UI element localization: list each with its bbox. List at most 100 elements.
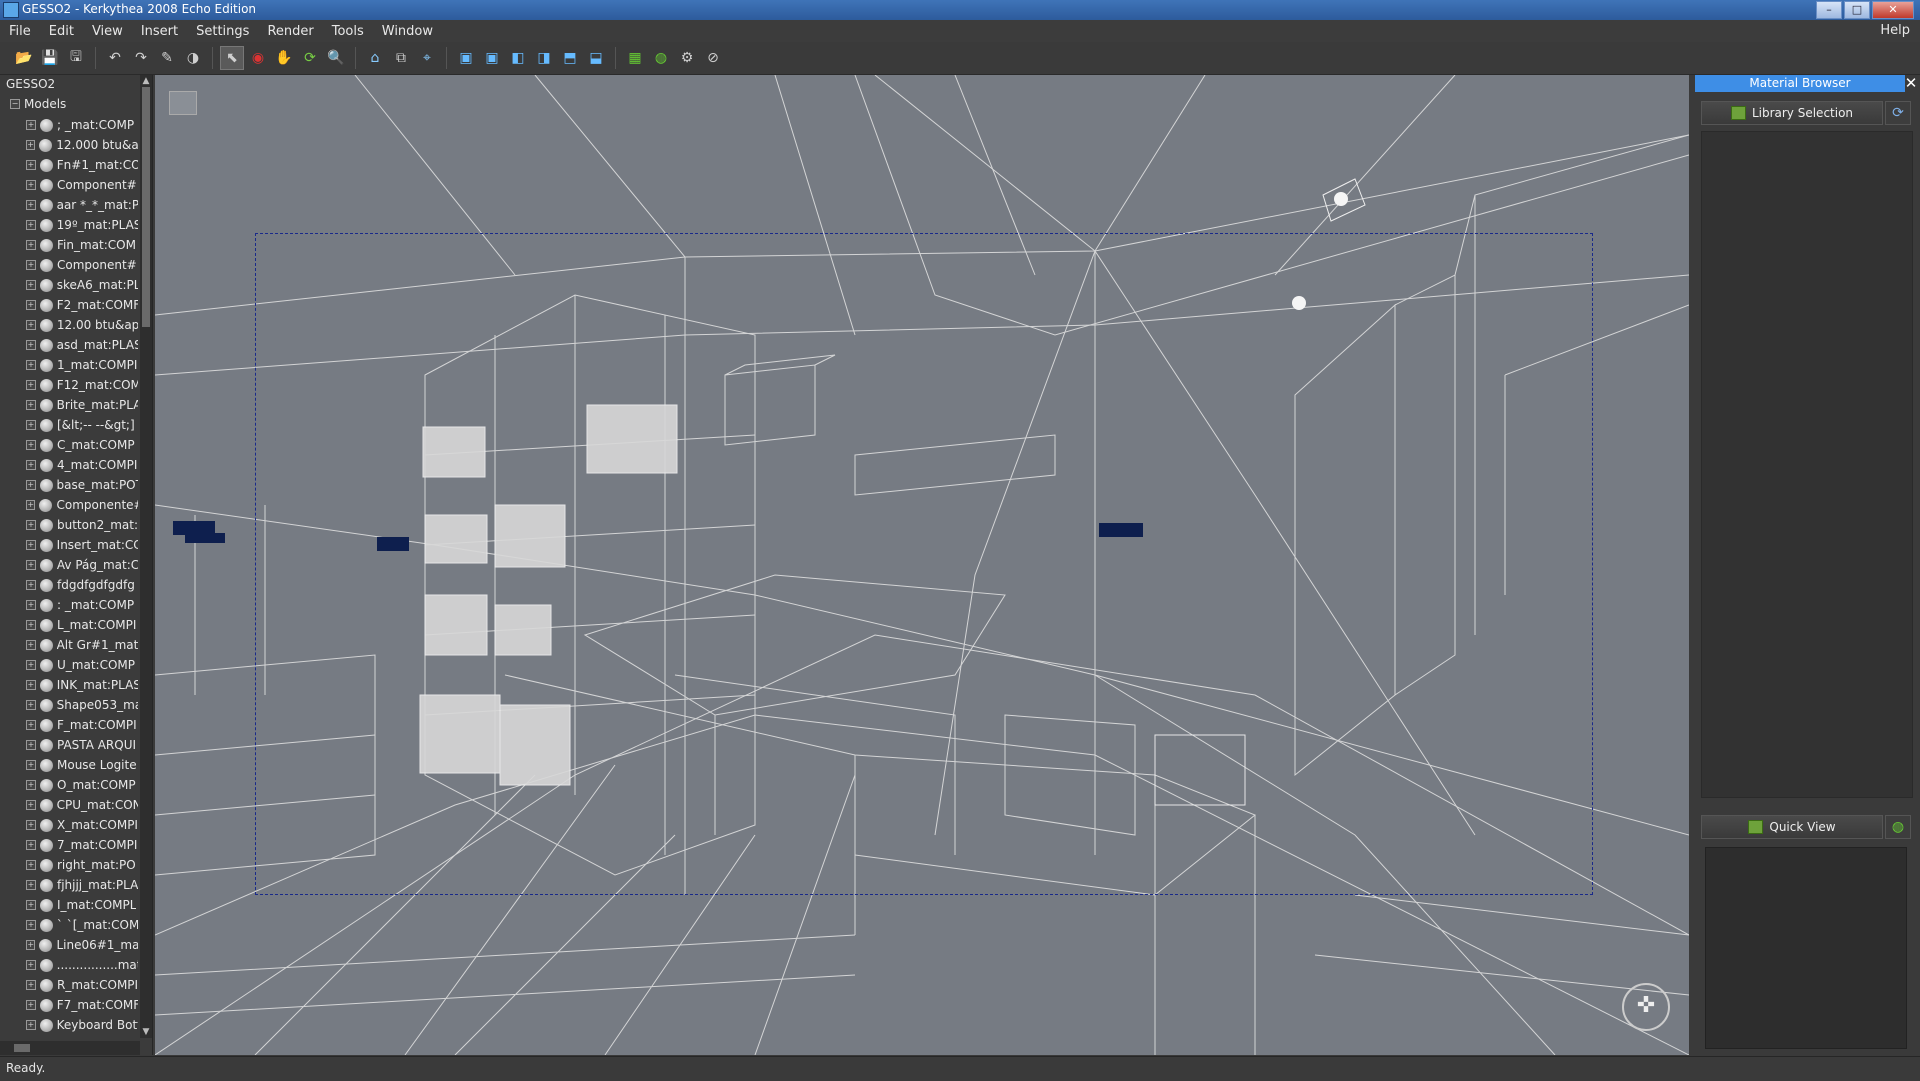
tree-item[interactable]: + CPU_mat:CON — [26, 795, 138, 815]
tree-item[interactable]: +19º_mat:PLAS — [26, 215, 138, 235]
tree-item[interactable]: + skeA6_mat:PL — [26, 275, 138, 295]
expand-icon[interactable]: + — [26, 820, 36, 830]
tree-item[interactable]: + right_mat:PO — [26, 855, 138, 875]
tree-item[interactable]: + ` `[_mat:COM — [26, 915, 138, 935]
menu-window[interactable]: Window — [373, 24, 442, 39]
tree-models-node[interactable]: − Models — [10, 97, 66, 111]
tree-item[interactable]: + L_mat:COMPI — [26, 615, 138, 635]
expand-icon[interactable]: + — [26, 860, 36, 870]
tree-item[interactable]: + C_mat:COMP — [26, 435, 138, 455]
expand-icon[interactable]: + — [26, 840, 36, 850]
tree-item[interactable]: +1_mat:COMPI — [26, 355, 138, 375]
expand-icon[interactable]: + — [26, 240, 36, 250]
library-list-area[interactable] — [1701, 131, 1913, 798]
redo-icon[interactable]: ↷ — [129, 46, 153, 70]
pan-icon[interactable]: ✋ — [272, 46, 296, 70]
scroll-thumb[interactable] — [142, 87, 150, 327]
expand-icon[interactable]: + — [26, 800, 36, 810]
tree-item[interactable]: + Brite_mat:PLA — [26, 395, 138, 415]
expand-icon[interactable]: + — [26, 360, 36, 370]
expand-icon[interactable]: + — [26, 140, 36, 150]
expand-icon[interactable]: + — [26, 500, 36, 510]
scroll-down-icon[interactable]: ▼ — [140, 1026, 152, 1038]
save-as-icon[interactable]: 🖫 — [64, 46, 88, 70]
scroll-thumb-horizontal[interactable] — [14, 1044, 30, 1052]
tree-item[interactable]: + Fin_mat:COM — [26, 235, 138, 255]
tree-item[interactable]: + Line06#1_mat — [26, 935, 138, 955]
expand-icon[interactable]: + — [26, 960, 36, 970]
tree-item[interactable]: + Fn#1_mat:CO — [26, 155, 138, 175]
view-back-icon[interactable]: ▣ — [480, 46, 504, 70]
tree-item[interactable]: + PASTA ARQUI — [26, 735, 138, 755]
tree-item[interactable]: + INK_mat:PLAS — [26, 675, 138, 695]
scroll-up-icon[interactable]: ▲ — [140, 75, 152, 87]
render-icon[interactable]: ▦ — [623, 46, 647, 70]
camera-view-icon[interactable] — [169, 91, 197, 115]
close-icon[interactable]: ✕ — [1904, 74, 1918, 92]
scene-root[interactable]: GESSO2 — [6, 77, 55, 91]
save-icon[interactable]: 💾 — [38, 46, 62, 70]
tree-item[interactable]: + Shape053_ma — [26, 695, 138, 715]
expand-icon[interactable]: + — [26, 260, 36, 270]
close-window-button[interactable]: ✕ — [1872, 1, 1914, 19]
3d-viewport[interactable]: ✜ — [155, 75, 1689, 1055]
fit-icon[interactable]: ⧉ — [389, 46, 413, 70]
rotate-icon[interactable]: ⟳ — [298, 46, 322, 70]
expand-icon[interactable]: + — [26, 280, 36, 290]
expand-icon[interactable]: + — [26, 700, 36, 710]
expand-icon[interactable]: + — [26, 220, 36, 230]
material-icon[interactable]: ◑ — [181, 46, 205, 70]
expand-icon[interactable]: + — [26, 320, 36, 330]
tree-item[interactable]: + button2_mat: — [26, 515, 138, 535]
tree-item[interactable]: + aar *_*_mat:Pl — [26, 195, 138, 215]
tree-item[interactable]: +12.000 btu&ap — [26, 135, 138, 155]
refresh-icon[interactable]: ⟳ — [1885, 101, 1911, 125]
tree-vertical-scrollbar[interactable]: ▲ ▼ — [140, 75, 152, 1038]
expand-icon[interactable]: + — [26, 980, 36, 990]
expand-icon[interactable]: + — [26, 160, 36, 170]
tree-item[interactable]: + ; _mat:COMP — [26, 115, 138, 135]
tree-item[interactable]: + fjhjjj_mat:PLA — [26, 875, 138, 895]
tree-item[interactable]: + O_mat:COMP — [26, 775, 138, 795]
view-front-icon[interactable]: ▣ — [454, 46, 478, 70]
collapse-icon[interactable]: − — [10, 99, 20, 109]
expand-icon[interactable]: + — [26, 380, 36, 390]
expand-icon[interactable]: + — [26, 900, 36, 910]
record-icon[interactable]: ◉ — [246, 46, 270, 70]
expand-icon[interactable]: + — [26, 640, 36, 650]
camera-icon[interactable]: ⌖ — [415, 46, 439, 70]
expand-icon[interactable]: + — [26, 420, 36, 430]
tree-item[interactable]: + Component# — [26, 175, 138, 195]
expand-icon[interactable]: + — [26, 940, 36, 950]
tree-item[interactable]: + F_mat:COMPI — [26, 715, 138, 735]
tree-item[interactable]: + I_mat:COMPL — [26, 895, 138, 915]
zoom-icon[interactable]: 🔍 — [324, 46, 348, 70]
wand-icon[interactable]: ✎ — [155, 46, 179, 70]
quick-view-button[interactable]: Quick View — [1701, 815, 1883, 839]
tree-item[interactable]: + U_mat:COMP — [26, 655, 138, 675]
expand-icon[interactable]: + — [26, 440, 36, 450]
tree-item[interactable]: + Mouse Logite — [26, 755, 138, 775]
expand-icon[interactable]: + — [26, 200, 36, 210]
expand-icon[interactable]: + — [26, 720, 36, 730]
expand-icon[interactable]: + — [26, 560, 36, 570]
expand-icon[interactable]: + — [26, 460, 36, 470]
tree-item[interactable]: + Alt Gr#1_mat: — [26, 635, 138, 655]
tree-item[interactable]: + Component# — [26, 255, 138, 275]
view-bottom-icon[interactable]: ⬓ — [584, 46, 608, 70]
menu-view[interactable]: View — [83, 24, 132, 39]
view-top-icon[interactable]: ⬒ — [558, 46, 582, 70]
home-icon[interactable]: ⌂ — [363, 46, 387, 70]
tree-item[interactable]: + X_mat:COMPI — [26, 815, 138, 835]
menu-settings[interactable]: Settings — [187, 24, 258, 39]
tree-item[interactable]: + R_mat:COMPI — [26, 975, 138, 995]
tree-item[interactable]: + asd_mat:PLAS — [26, 335, 138, 355]
menu-help[interactable]: Help — [1880, 23, 1910, 38]
expand-icon[interactable]: + — [26, 520, 36, 530]
view-left-icon[interactable]: ◧ — [506, 46, 530, 70]
library-selection-button[interactable]: Library Selection — [1701, 101, 1883, 125]
expand-icon[interactable]: + — [26, 620, 36, 630]
tree-item[interactable]: + Av Pág_mat:C — [26, 555, 138, 575]
expand-icon[interactable]: + — [26, 480, 36, 490]
globe-icon[interactable]: ◍ — [1885, 815, 1911, 839]
